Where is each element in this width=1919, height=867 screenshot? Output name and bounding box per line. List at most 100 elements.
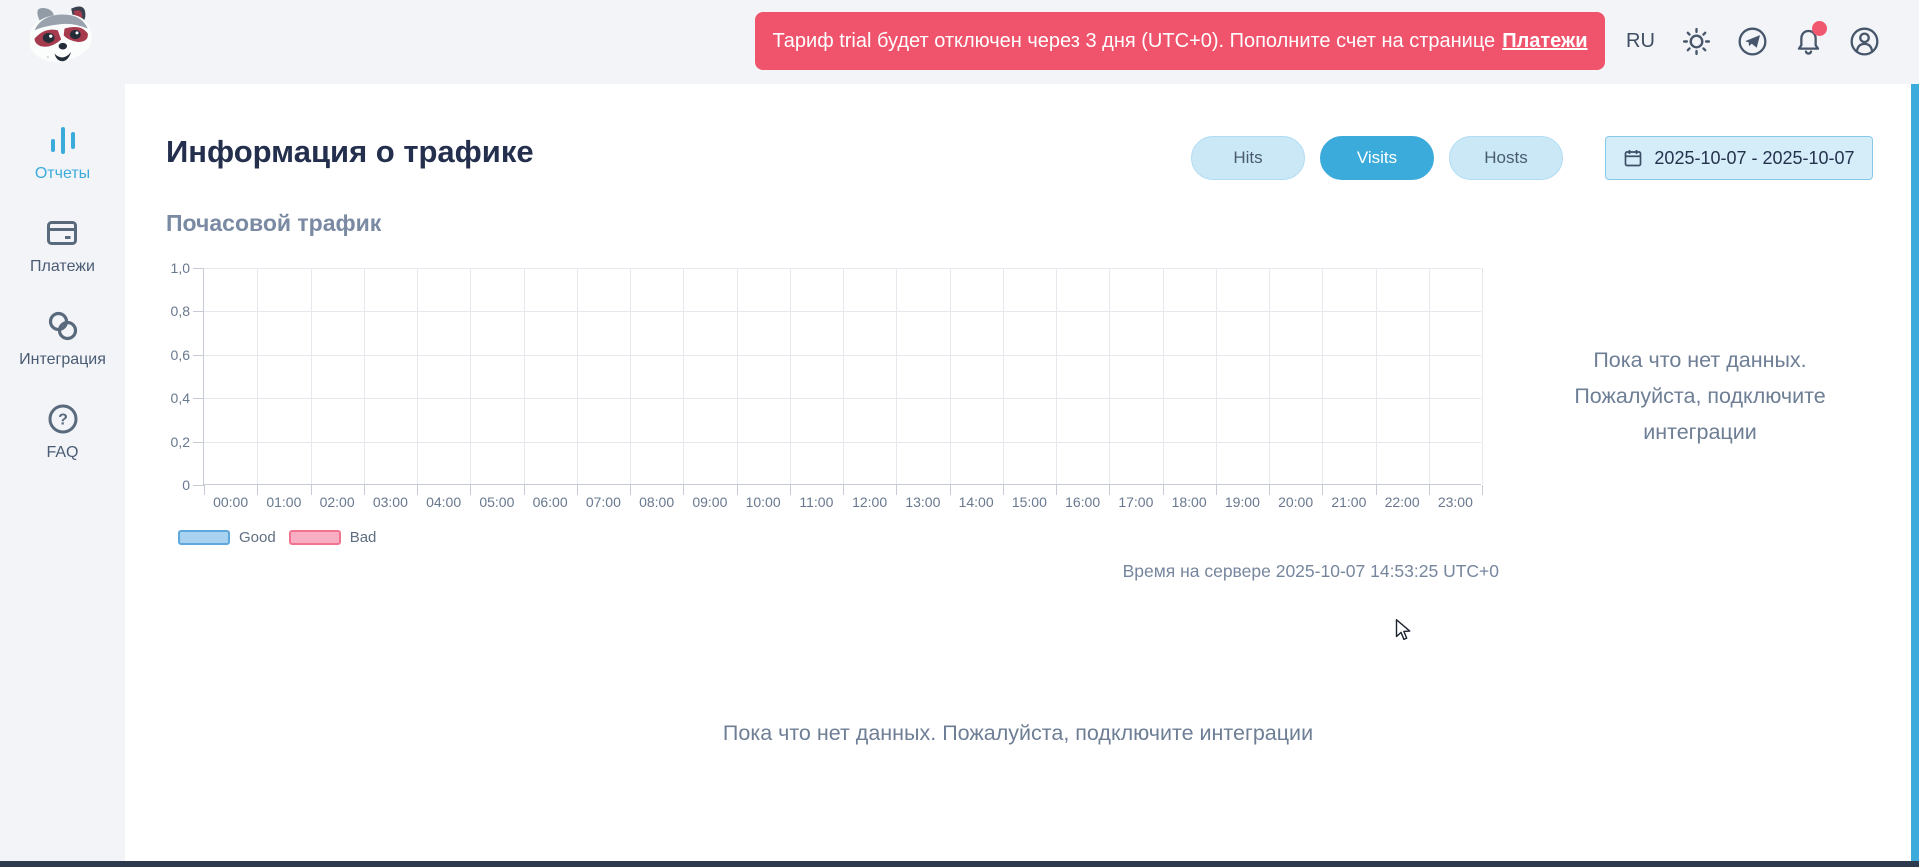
y-axis-tick xyxy=(193,355,204,356)
legend-item-good: Good xyxy=(178,529,276,546)
legend-swatch xyxy=(289,530,341,545)
tab-visits[interactable]: Visits xyxy=(1320,136,1434,180)
y-axis-tick xyxy=(193,311,204,312)
app-window: Тариф trial будет отключен через 3 дня (… xyxy=(0,0,1919,867)
legend-swatch xyxy=(178,530,230,545)
payments-link[interactable]: Платежи xyxy=(1502,30,1587,53)
x-axis-tick xyxy=(1482,485,1483,495)
hourly-traffic-chart: 00,20,40,60,81,000:0001:0002:0003:0004:0… xyxy=(203,268,1481,485)
x-axis-label: 01:00 xyxy=(257,494,310,510)
theme-toggle-button[interactable] xyxy=(1680,25,1713,58)
metric-tabs: Hits Visits Hosts xyxy=(1191,136,1563,180)
legend-label: Bad xyxy=(350,529,377,546)
app-logo[interactable] xyxy=(16,2,108,72)
gridline-v xyxy=(364,268,365,484)
gridline-v xyxy=(737,268,738,484)
gridline-v xyxy=(843,268,844,484)
gridline-v xyxy=(470,268,471,484)
gridline-v xyxy=(950,268,951,484)
y-axis-label: 0 xyxy=(146,477,190,493)
y-axis-label: 0,8 xyxy=(146,303,190,319)
sidebar-item-label: Отчеты xyxy=(35,165,90,183)
y-axis-tick xyxy=(193,268,204,269)
gridline-v xyxy=(1429,268,1430,484)
trial-warning-banner: Тариф trial будет отключен через 3 дня (… xyxy=(755,12,1605,70)
sidebar-item-label: Платежи xyxy=(30,258,95,276)
x-axis-label: 06:00 xyxy=(524,494,577,510)
x-axis-label: 00:00 xyxy=(204,494,257,510)
bottom-bar xyxy=(0,861,1919,867)
sidebar-item-отчеты[interactable]: Отчеты xyxy=(35,122,90,183)
no-data-message-side: Пока что нет данных. Пожалуйста, подключ… xyxy=(1470,342,1919,450)
x-axis-label: 03:00 xyxy=(364,494,417,510)
faq-icon: ? xyxy=(45,401,81,437)
svg-text:?: ? xyxy=(58,412,68,429)
credit-card-icon xyxy=(44,215,80,251)
y-axis-tick xyxy=(193,485,204,486)
sidebar-item-интеграция[interactable]: Интеграция xyxy=(19,308,106,369)
profile-icon xyxy=(1848,25,1881,58)
y-axis-label: 0,2 xyxy=(146,434,190,450)
notification-badge xyxy=(1812,21,1827,36)
integration-icon xyxy=(45,308,81,344)
notifications-button[interactable] xyxy=(1792,25,1825,58)
x-axis-label: 10:00 xyxy=(737,494,790,510)
x-axis-label: 19:00 xyxy=(1216,494,1269,510)
x-axis-label: 20:00 xyxy=(1269,494,1322,510)
date-range-value: 2025-10-07 - 2025-10-07 xyxy=(1654,148,1854,169)
gridline-v xyxy=(1056,268,1057,484)
gridline-v xyxy=(1163,268,1164,484)
section-title: Почасовой трафик xyxy=(166,210,381,237)
sidebar-item-label: FAQ xyxy=(46,444,78,462)
date-range-picker[interactable]: 2025-10-07 - 2025-10-07 xyxy=(1605,136,1873,180)
gridline-v xyxy=(683,268,684,484)
y-axis-tick xyxy=(193,398,204,399)
gridline-v xyxy=(1322,268,1323,484)
vertical-scrollbar[interactable] xyxy=(1911,84,1919,861)
x-axis-label: 13:00 xyxy=(896,494,949,510)
gridline-v xyxy=(1003,268,1004,484)
gridline-v xyxy=(417,268,418,484)
tab-hosts[interactable]: Hosts xyxy=(1449,136,1563,180)
telegram-button[interactable] xyxy=(1736,25,1769,58)
legend-label: Good xyxy=(239,529,276,546)
x-axis-label: 12:00 xyxy=(843,494,896,510)
sidebar-item-faq[interactable]: ? FAQ xyxy=(45,401,81,462)
profile-button[interactable] xyxy=(1848,25,1881,58)
main-panel: Информация о трафике HitsVisitsHosts 202… xyxy=(125,84,1911,861)
tab-hits[interactable]: Hits xyxy=(1191,136,1305,180)
x-axis-label: 21:00 xyxy=(1322,494,1375,510)
sidebar-item-label: Интеграция xyxy=(19,351,106,369)
y-axis-label: 0,4 xyxy=(146,390,190,406)
x-axis-label: 22:00 xyxy=(1376,494,1429,510)
legend-item-bad: Bad xyxy=(289,529,377,546)
gridline-v xyxy=(630,268,631,484)
no-data-message-bottom: Пока что нет данных. Пожалуйста, подключ… xyxy=(125,721,1911,746)
sidebar: Отчеты Платежи Интеграция? FAQ xyxy=(0,84,125,861)
language-selector[interactable]: RU xyxy=(1624,28,1657,55)
calendar-icon xyxy=(1623,148,1643,168)
server-time: Время на сервере 2025-10-07 14:53:25 UTC… xyxy=(1123,561,1499,582)
x-axis-label: 15:00 xyxy=(1003,494,1056,510)
x-axis-label: 07:00 xyxy=(577,494,630,510)
gridline-v xyxy=(1216,268,1217,484)
x-axis-label: 04:00 xyxy=(417,494,470,510)
x-axis-label: 11:00 xyxy=(790,494,843,510)
y-axis-label: 1,0 xyxy=(146,260,190,276)
sidebar-item-платежи[interactable]: Платежи xyxy=(30,215,95,276)
gridline-v xyxy=(896,268,897,484)
y-axis-tick xyxy=(193,442,204,443)
chart-legend: Good Bad xyxy=(178,529,376,546)
gridline-v xyxy=(257,268,258,484)
gridline-v xyxy=(524,268,525,484)
gridline-v xyxy=(311,268,312,484)
x-axis-label: 23:00 xyxy=(1429,494,1482,510)
x-axis-label: 08:00 xyxy=(630,494,683,510)
telegram-icon xyxy=(1736,25,1769,58)
sun-icon xyxy=(1680,25,1713,58)
bar-chart-icon xyxy=(45,122,81,158)
x-axis-label: 18:00 xyxy=(1163,494,1216,510)
gridline-v xyxy=(790,268,791,484)
gridline-v xyxy=(1109,268,1110,484)
banner-text: Тариф trial будет отключен через 3 дня (… xyxy=(772,30,1495,53)
